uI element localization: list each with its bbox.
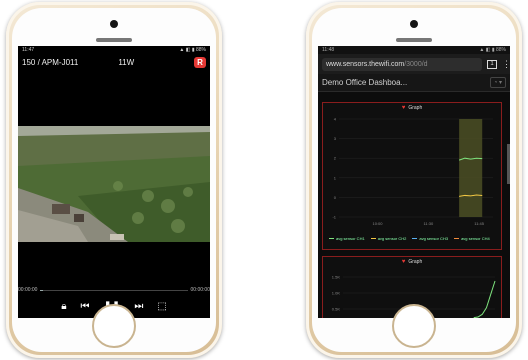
lock-icon[interactable]: 🔒︎ [61, 302, 66, 312]
y-tick-label: 3 [334, 136, 337, 141]
dashboard-title[interactable]: Demo Office Dashboa... [322, 78, 407, 87]
legend-item[interactable]: avg sensor CH3 [412, 236, 448, 241]
stream-rate: 11W [118, 57, 135, 67]
menu-icon[interactable]: ⋮ [502, 59, 510, 70]
tabs-icon[interactable]: 1 [487, 59, 497, 69]
dashboard-time-button[interactable]: ◔ ▾ [489, 77, 506, 88]
legend-item[interactable]: avg sensor CH1 [329, 236, 365, 241]
legend-swatch [454, 238, 460, 240]
status-icons: ▲ ◧ ▮ 88% [479, 47, 506, 53]
panel-header[interactable]: ♥ Graph [323, 257, 501, 267]
dashboard-screen: 11:48 ▲ ◧ ▮ 88% www.sensors.thewifi.com/… [318, 46, 510, 318]
y-tick-label: 0 [334, 195, 337, 200]
next-icon[interactable]: ⏭︎ [134, 302, 143, 312]
video-frame[interactable] [18, 126, 210, 242]
y-tick-label: 1.0K [332, 291, 341, 296]
dashboard-header: Demo Office Dashboa... ◔ ▾ [318, 74, 510, 92]
camera-image [18, 126, 210, 242]
address-bar[interactable]: www.sensors.thewifi.com/3000/d [322, 57, 482, 71]
legend-label: avg sensor CH1 [336, 236, 365, 241]
video-player-screen: 11:47 ▲ ◧ ▮ 88% 150 / APM-J011 11W R 00:… [18, 46, 210, 318]
record-button[interactable]: R [194, 57, 206, 68]
graph-panel-1: ♥ Graph 4 3 2 1 0 -1 10:00 11:30 11:45 avg senso… [322, 102, 502, 250]
y-tick-label: 1.5K [332, 275, 341, 280]
panel-title: Graph [408, 105, 423, 111]
y-tick-label: 0.5K [332, 307, 341, 312]
front-camera [110, 20, 118, 28]
legend-label: avg sensor CH3 [419, 236, 449, 241]
legend-item[interactable]: avg sensor CH4 [454, 236, 490, 241]
video-header: 150 / APM-J011 11W R [18, 54, 210, 70]
x-tick-label: 10:00 [372, 221, 383, 226]
seek-bar-fill [40, 289, 44, 291]
y-tick-label: 4 [334, 117, 337, 122]
right-phone: 11:48 ▲ ◧ ▮ 88% www.sensors.thewifi.com/… [306, 2, 522, 358]
highlight-region [459, 119, 483, 217]
legend-label: avg sensor CH2 [377, 236, 407, 241]
url-host: www.sensors.thewifi.com [326, 60, 405, 68]
heart-icon: ♥ [401, 259, 406, 265]
legend-swatch [370, 238, 376, 240]
y-tick-label: 1 [334, 175, 337, 180]
scrollbar[interactable] [507, 144, 510, 184]
series-line [473, 280, 496, 318]
legend-item[interactable]: avg sensor CH2 [370, 236, 407, 241]
browser-toolbar: www.sensors.thewifi.com/3000/d 1 ⋮ [318, 54, 510, 74]
chart-legend: avg sensor CH1 avg sensor CH2 avg sensor C… [323, 236, 501, 241]
earpiece-speaker [396, 38, 432, 42]
crop-icon[interactable]: ⬚ [157, 302, 166, 312]
legend-swatch [412, 238, 418, 240]
status-time: 11:48 [322, 47, 335, 53]
line-chart-1[interactable]: 4 3 2 1 0 -1 10:00 11:30 11:45 [323, 113, 501, 231]
legend-label: avg sensor CH4 [461, 236, 490, 241]
y-tick-label: -1 [332, 215, 336, 220]
status-icons: ▲ ◧ ▮ 88% [179, 47, 206, 53]
playback-progress: 00:00:00 00:00:00 [18, 286, 210, 294]
legend-swatch [329, 238, 334, 240]
status-bar: 11:48 ▲ ◧ ▮ 88% [318, 46, 510, 54]
y-tick-label: 2 [334, 156, 337, 161]
front-camera [410, 20, 418, 28]
earpiece-speaker [96, 38, 132, 42]
x-tick-label: 11:45 [474, 221, 484, 226]
heart-icon: ♥ [401, 105, 406, 111]
status-time: 11:47 [22, 47, 35, 53]
x-tick-label: 11:30 [423, 221, 433, 226]
home-button[interactable] [92, 304, 136, 348]
seek-bar[interactable] [40, 289, 188, 291]
status-bar: 11:47 ▲ ◧ ▮ 88% [18, 46, 210, 54]
previous-icon[interactable]: ⏮︎ [81, 302, 90, 312]
url-path: /3000/d [404, 60, 428, 68]
time-elapsed: 00:00:00 [18, 287, 38, 293]
panel-title: Graph [408, 259, 423, 265]
left-phone: 11:47 ▲ ◧ ▮ 88% 150 / APM-J011 11W R 00:… [6, 2, 222, 358]
panel-header[interactable]: ♥ Graph [323, 103, 501, 113]
camera-name: 150 / APM-J011 [22, 57, 79, 67]
home-button[interactable] [392, 304, 436, 348]
time-total: 00:00:00 [190, 287, 210, 293]
